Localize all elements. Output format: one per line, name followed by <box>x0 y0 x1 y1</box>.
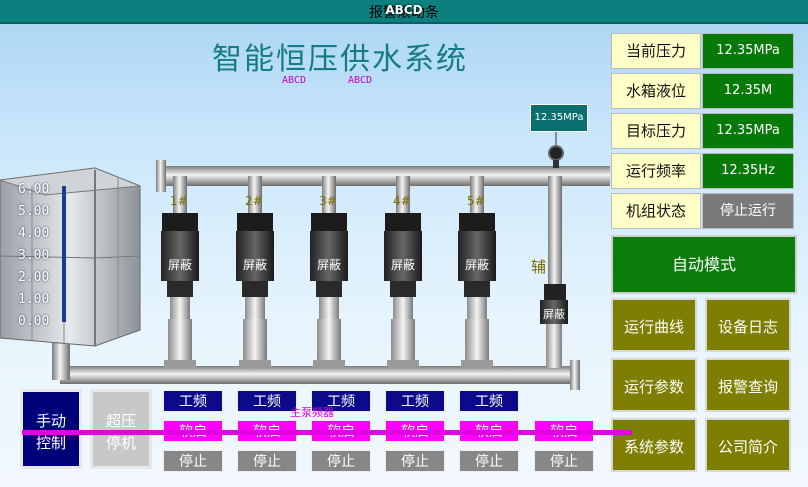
pump-1-screen-label: 屏蔽 <box>167 258 192 272</box>
device-log-button[interactable]: 设备日志 <box>705 298 791 352</box>
pump-2-screen-label: 屏蔽 <box>242 258 267 272</box>
tank-scale-tick: 4.00 <box>18 226 50 241</box>
system-params-button[interactable]: 系统参数 <box>611 418 697 472</box>
pump-4-screen-label: 屏蔽 <box>390 258 415 272</box>
pump-5-stop-button[interactable]: 停止 <box>459 450 519 472</box>
tank-scale-tick: 2.00 <box>18 270 50 285</box>
aux-pump-icon <box>540 284 568 368</box>
overpressure-stop-button[interactable]: 超压 停机 <box>90 389 152 469</box>
aux-pump-stop-button[interactable]: 停止 <box>534 450 594 472</box>
aux-riser-pipe <box>548 176 562 286</box>
pump-5-label: 5# <box>467 194 485 208</box>
status-value: 12.35Hz <box>702 153 794 189</box>
run-params-button[interactable]: 运行参数 <box>611 358 697 412</box>
pump-3-stop-button[interactable]: 停止 <box>311 450 371 472</box>
tank-scale-tick: 3.00 <box>18 248 50 263</box>
pump-indicator-text: 主泵频器 <box>290 406 334 419</box>
status-label: 水箱液位 <box>611 73 701 109</box>
suction-pipe-cap <box>570 360 580 390</box>
pressure-gauge-icon <box>548 145 564 161</box>
status-value: 12.35MPa <box>702 33 794 69</box>
pump-4-mode-button[interactable]: 工频 <box>385 390 445 412</box>
tank-scale-tick: 5.00 <box>18 204 50 219</box>
pump-2-mode-button[interactable]: 工频 <box>237 390 297 412</box>
manual-control-button[interactable]: 手动 控制 <box>20 389 82 469</box>
aux-pump-label: 辅 <box>531 258 547 276</box>
pump-4-label: 4# <box>393 194 411 208</box>
aux-pump-screen-label: 屏蔽 <box>543 308 565 321</box>
status-value: 停止运行 <box>702 193 794 229</box>
pump-5-screen-label: 屏蔽 <box>464 258 489 272</box>
status-label: 当前压力 <box>611 33 701 69</box>
pump-2-stop-button[interactable]: 停止 <box>237 450 297 472</box>
pump-3-label: 3# <box>319 194 337 208</box>
pump-2-label: 2# <box>245 194 263 208</box>
run-curve-button[interactable]: 运行曲线 <box>611 298 697 352</box>
status-label: 机组状态 <box>611 193 701 229</box>
tank-scale-tick: 6.00 <box>18 182 50 197</box>
outlet-header-pipe <box>160 166 610 186</box>
pump-4-stop-button[interactable]: 停止 <box>385 450 445 472</box>
status-value: 12.35M <box>702 73 794 109</box>
pump-indicator-line <box>22 430 632 435</box>
tank-scale-tick: 0.00 <box>18 314 50 329</box>
suction-pipe <box>60 366 575 384</box>
outlet-pressure-tag: 12.35MPa <box>530 104 588 132</box>
tank-scale-tick: 1.00 <box>18 292 50 307</box>
pump-3-screen-label: 屏蔽 <box>316 258 341 272</box>
status-label: 运行频率 <box>611 153 701 189</box>
outlet-header-cap <box>156 160 166 192</box>
pump-1-mode-button[interactable]: 工频 <box>163 390 223 412</box>
company-intro-button[interactable]: 公司简介 <box>705 418 791 472</box>
status-label: 目标压力 <box>611 113 701 149</box>
auto-mode-button[interactable]: 自动模式 <box>611 235 797 294</box>
pump-1-label: 1# <box>170 194 188 208</box>
pump-1-stop-button[interactable]: 停止 <box>163 450 223 472</box>
alarm-query-button[interactable]: 报警查询 <box>705 358 791 412</box>
pump-5-mode-button[interactable]: 工频 <box>459 390 519 412</box>
status-value: 12.35MPa <box>702 113 794 149</box>
